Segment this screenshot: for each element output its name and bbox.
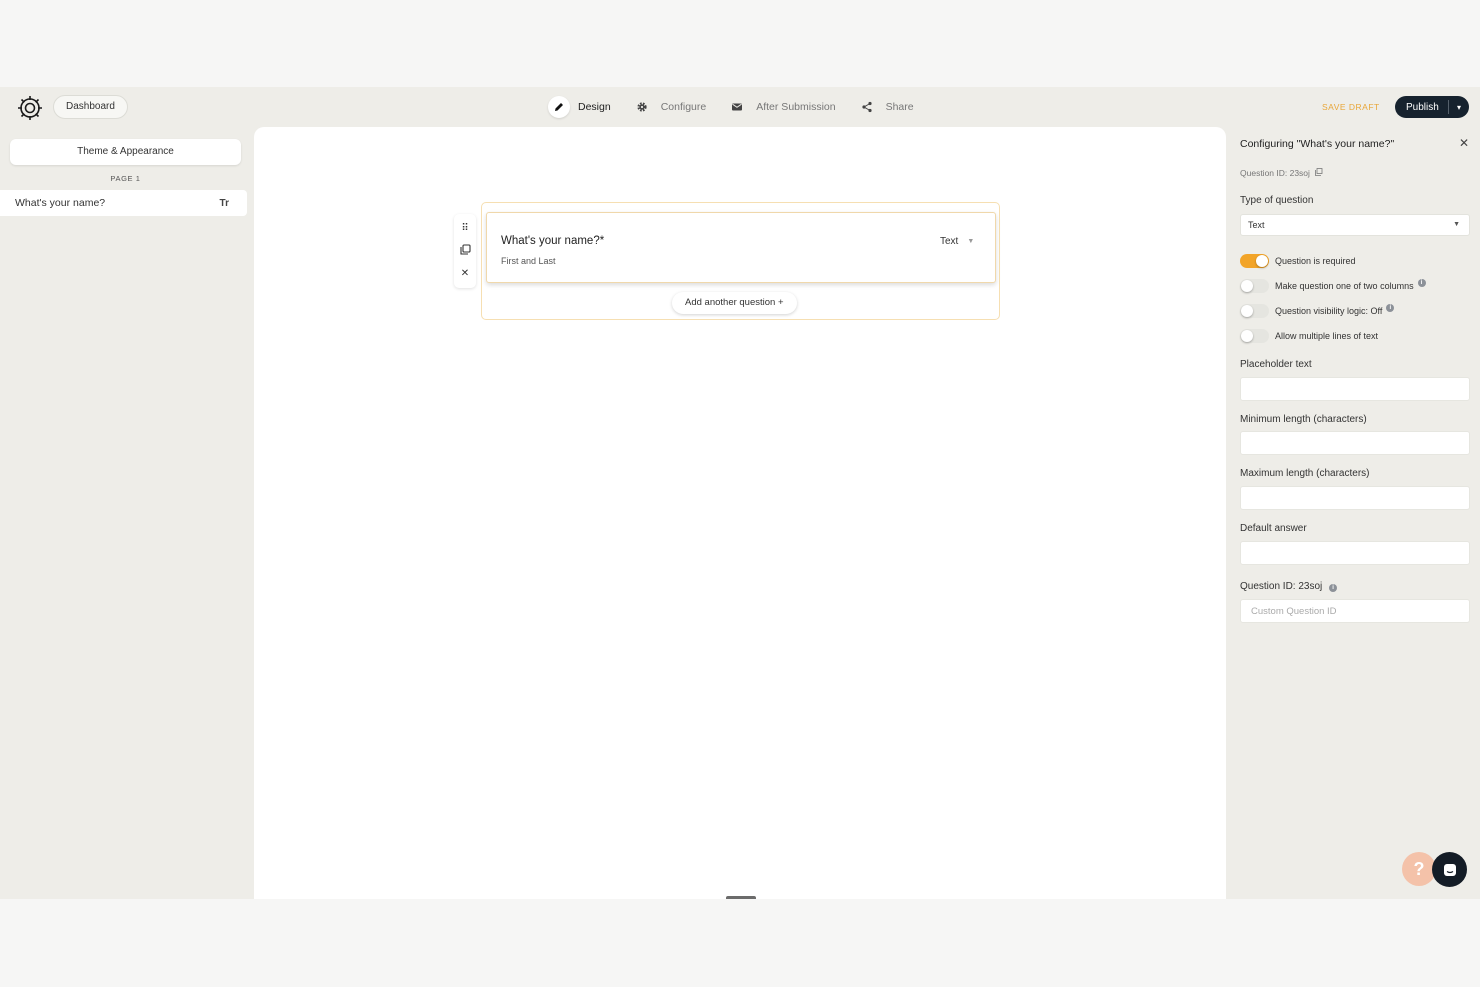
required-switch[interactable] bbox=[1240, 254, 1269, 268]
tab-share[interactable]: Share bbox=[854, 94, 920, 120]
duplicate-icon[interactable] bbox=[459, 243, 471, 259]
question-card[interactable]: What's your name?* First and Last Text ▼ bbox=[486, 212, 996, 283]
share-icon bbox=[856, 96, 878, 118]
theme-appearance-button[interactable]: Theme & Appearance bbox=[10, 139, 241, 165]
sidebar-question-item[interactable]: What's your name? Tr bbox=[0, 190, 247, 216]
toggle-required[interactable]: Question is required bbox=[1240, 253, 1356, 269]
drag-handle-icon[interactable]: ⠿ bbox=[461, 223, 468, 235]
custom-qid-label: Question ID: 23soj i bbox=[1240, 581, 1338, 592]
help-icon[interactable]: ? bbox=[1402, 852, 1436, 886]
add-question-button[interactable]: Add another question + bbox=[672, 292, 797, 314]
form-builder-app: Dashboard Design Configure After Submiss… bbox=[0, 87, 1480, 899]
config-panel: Configuring "What's your name?" ✕ Questi… bbox=[1228, 127, 1480, 899]
info-icon[interactable]: i bbox=[1329, 584, 1338, 592]
info-icon[interactable]: i bbox=[1417, 279, 1426, 287]
delete-icon[interactable]: ✕ bbox=[461, 268, 469, 280]
toggle-multiple-lines-label: Allow multiple lines of text bbox=[1275, 331, 1379, 341]
placeholder-text-label: Placeholder text bbox=[1240, 359, 1312, 370]
publish-label: Publish bbox=[1406, 101, 1439, 113]
config-title: Configuring "What's your name?" bbox=[1240, 138, 1395, 150]
question-tools: ⠿ ✕ bbox=[454, 214, 476, 288]
question-id-value: Question ID: 23soj bbox=[1240, 168, 1310, 178]
visibility-logic-switch[interactable] bbox=[1240, 304, 1269, 318]
top-bar: Dashboard Design Configure After Submiss… bbox=[0, 87, 1480, 127]
max-length-input[interactable] bbox=[1240, 486, 1470, 510]
tab-share-label: Share bbox=[885, 101, 914, 113]
envelope-icon bbox=[726, 96, 748, 118]
multiple-lines-switch[interactable] bbox=[1240, 329, 1269, 343]
tab-configure[interactable]: Configure bbox=[629, 94, 713, 120]
dashboard-button[interactable]: Dashboard bbox=[53, 95, 128, 119]
page-label: PAGE 1 bbox=[110, 174, 141, 183]
toggle-visibility-logic[interactable]: Question visibility logic: Off i bbox=[1240, 303, 1395, 319]
toggle-multiple-lines[interactable]: Allow multiple lines of text bbox=[1240, 328, 1378, 344]
main-nav: Design Configure After Submission Share bbox=[546, 94, 920, 120]
form-canvas: ⠿ ✕ What's your name?* First and Last Te… bbox=[254, 127, 1226, 899]
question-type-select[interactable]: Text ▼ bbox=[1240, 214, 1470, 236]
default-answer-input[interactable] bbox=[1240, 541, 1470, 565]
question-type-dropdown[interactable]: Text ▼ bbox=[940, 236, 974, 247]
min-length-input[interactable] bbox=[1240, 431, 1470, 455]
custom-question-id-input[interactable] bbox=[1240, 599, 1470, 623]
tab-after-submission[interactable]: After Submission bbox=[724, 94, 841, 120]
question-type-value: Text bbox=[1248, 220, 1265, 230]
min-length-label: Minimum length (characters) bbox=[1240, 414, 1367, 425]
close-icon[interactable]: ✕ bbox=[1459, 136, 1469, 150]
tab-after-submission-label: After Submission bbox=[756, 101, 836, 113]
custom-qid-label-text: Question ID: 23soj bbox=[1240, 581, 1323, 592]
max-length-label: Maximum length (characters) bbox=[1240, 468, 1370, 479]
chevron-down-icon: ▼ bbox=[1453, 221, 1460, 228]
pencil-icon bbox=[548, 96, 570, 118]
info-icon[interactable]: i bbox=[1386, 304, 1395, 312]
toggle-visibility-label: Question visibility logic: Off bbox=[1275, 306, 1383, 316]
question-id-text: Question ID: 23soj bbox=[1240, 168, 1323, 178]
chat-icon[interactable] bbox=[1432, 852, 1467, 887]
sidebar-question-label: What's your name? bbox=[15, 197, 106, 209]
default-answer-label: Default answer bbox=[1240, 523, 1307, 534]
scroll-handle[interactable] bbox=[726, 896, 756, 899]
gear-icon bbox=[631, 96, 653, 118]
tab-configure-label: Configure bbox=[660, 101, 707, 113]
left-sidebar: Theme & Appearance PAGE 1 What's your na… bbox=[0, 127, 253, 899]
toggle-required-label: Question is required bbox=[1275, 256, 1356, 266]
text-type-icon: Tr bbox=[219, 197, 229, 209]
two-columns-switch[interactable] bbox=[1240, 279, 1269, 293]
question-title: What's your name?* bbox=[501, 235, 605, 247]
type-of-question-label: Type of question bbox=[1240, 195, 1314, 206]
question-subtitle: First and Last bbox=[501, 256, 556, 266]
chevron-down-icon[interactable]: ▾ bbox=[1449, 103, 1469, 112]
question-block: What's your name?* First and Last Text ▼… bbox=[481, 202, 1000, 320]
tab-design-label: Design bbox=[578, 101, 611, 113]
save-draft-button[interactable]: SAVE DRAFT bbox=[1322, 102, 1380, 112]
logo-icon[interactable] bbox=[16, 94, 44, 122]
question-type-label: Text bbox=[940, 236, 959, 247]
placeholder-text-input[interactable] bbox=[1240, 377, 1470, 401]
toggle-two-columns[interactable]: Make question one of two columns i bbox=[1240, 278, 1426, 294]
tab-design[interactable]: Design bbox=[546, 94, 617, 120]
toggle-two-columns-label: Make question one of two columns bbox=[1275, 281, 1414, 291]
publish-button[interactable]: Publish ▾ bbox=[1395, 96, 1469, 118]
copy-icon[interactable] bbox=[1312, 168, 1323, 178]
chevron-down-icon: ▼ bbox=[967, 238, 975, 245]
